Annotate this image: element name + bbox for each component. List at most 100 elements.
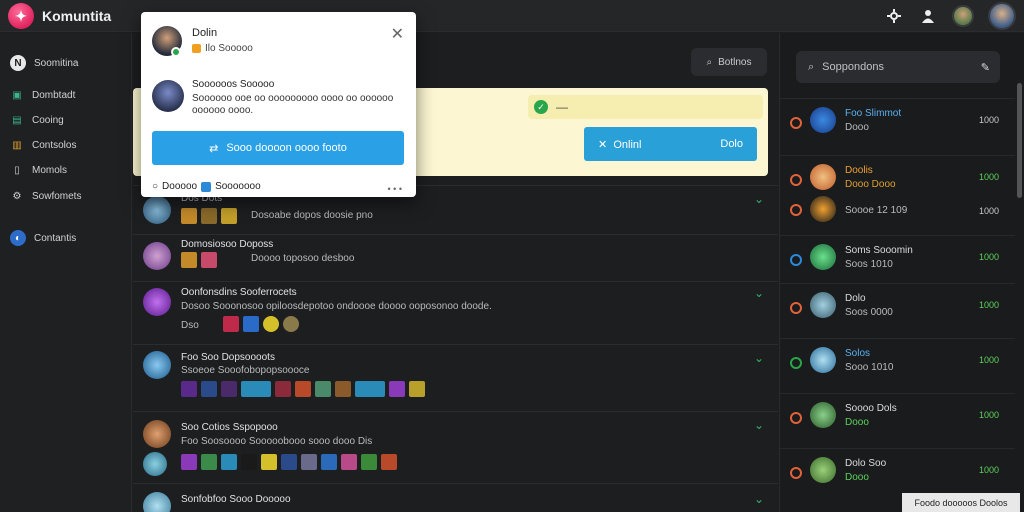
close-icon[interactable]: ✕ xyxy=(391,24,404,44)
friend-item[interactable]: Solos Sooo 1010 1000 xyxy=(780,338,1015,394)
friend-avatar xyxy=(810,292,836,318)
thumb xyxy=(389,381,405,397)
nav-item-games[interactable]: ▣ Dombtadt xyxy=(10,88,75,102)
friend-item[interactable]: Dolo Soos 0000 1000 xyxy=(780,283,1015,339)
friend-avatar xyxy=(810,457,836,483)
thumb xyxy=(321,454,337,470)
thumb xyxy=(201,252,217,268)
friend-value: 1000 xyxy=(978,465,999,475)
friend-value: 1000 xyxy=(978,252,999,262)
edit-icon[interactable]: ✎ xyxy=(981,61,990,74)
post-avatar xyxy=(143,242,171,270)
post-thumbs xyxy=(223,316,299,332)
popup-action-button[interactable]: ⇄ Sooo doooon oooo footo xyxy=(152,131,404,165)
status-ring-icon xyxy=(790,357,802,369)
post-thumbs xyxy=(181,381,425,397)
nav-item-settings[interactable]: ⚙ Sowfomets xyxy=(10,189,82,203)
status-ring-icon xyxy=(790,254,802,266)
chevron-down-icon[interactable]: ⌄ xyxy=(754,492,764,506)
nav-item-cooing[interactable]: ▤ Cooing xyxy=(10,113,63,127)
friend-value: 1000 xyxy=(978,355,999,365)
thumb xyxy=(409,381,425,397)
thumb xyxy=(381,454,397,470)
friend-sub: Dooo xyxy=(845,122,869,133)
post-item[interactable]: Soo Cotios Sspopooo Foo Soosoooo Sooooob… xyxy=(133,411,778,481)
online-button[interactable]: ✕ Onlinl Dolo xyxy=(584,127,757,161)
toast-notification[interactable]: Foodo dooooos Doolos xyxy=(902,493,1020,512)
check-icon: ✓ xyxy=(534,100,548,114)
status-ring-icon xyxy=(790,174,802,186)
friend-name: Dolo Soo xyxy=(845,458,887,469)
person-icon[interactable] xyxy=(918,6,938,26)
post-meta: Ssoeoe Sooofobopopsoooce xyxy=(181,365,310,376)
friend-avatar xyxy=(810,244,836,270)
thumb xyxy=(201,208,217,224)
post-item[interactable]: Oonfonsdins Sooferrocets Dosoo Sooonosoo… xyxy=(133,281,778,343)
user-avatar[interactable] xyxy=(988,2,1016,30)
friend-name: Doolis xyxy=(845,165,873,176)
chevron-down-icon[interactable]: ⌄ xyxy=(754,351,764,365)
top-actions xyxy=(884,2,1016,30)
popup-foot-right[interactable]: Sooooooo xyxy=(215,181,261,192)
friend-avatar xyxy=(810,107,836,133)
post-name: Sonfobfoo Sooo Dooooo xyxy=(181,494,291,505)
friend-sub: Soooe 12 109 xyxy=(845,205,908,216)
thumb xyxy=(281,454,297,470)
scrollbar[interactable] xyxy=(1017,83,1022,198)
nav-item-models[interactable]: ▯ Momols xyxy=(10,163,67,177)
brand[interactable]: ✦ Komuntita xyxy=(8,3,111,29)
popup-user-sub-row: Ilo Sooooo xyxy=(192,43,253,54)
friend-item[interactable]: Soooo Dols Dooo 1000 xyxy=(780,393,1015,449)
post-item[interactable]: Sonfobfoo Sooo Dooooo ⌄ xyxy=(133,483,778,512)
thumb xyxy=(241,454,257,470)
thumb xyxy=(221,454,237,470)
book-icon: ▥ xyxy=(12,139,22,151)
post-item[interactable]: Foo Soo Dopsoooots Ssoeoe Sooofobopopsoo… xyxy=(133,344,778,410)
friend-item[interactable]: Doolis Dooo Dooo 1000 Soooe 12 109 1000 xyxy=(780,155,1015,235)
post-thumbs xyxy=(181,454,397,470)
friend-avatar[interactable] xyxy=(952,5,974,27)
online-label: Onlinl xyxy=(613,138,642,151)
post-name: Soo Cotios Sspopooo xyxy=(181,422,278,433)
thumb xyxy=(243,316,259,332)
online-label-group: ✕ Onlinl xyxy=(598,138,641,151)
post-meta: Doooo toposoo desboo xyxy=(251,253,355,264)
thumb xyxy=(221,381,237,397)
chevron-down-icon[interactable]: ⌄ xyxy=(754,286,764,300)
friend-name: Foo Slimmot xyxy=(845,108,902,119)
friend-name: Solos xyxy=(845,348,871,359)
thumb xyxy=(261,454,277,470)
more-icon[interactable]: • • • xyxy=(388,184,402,194)
post-name: Domosiosoo Doposs xyxy=(181,239,274,250)
thumb xyxy=(341,454,357,470)
right-search-input[interactable]: ⌕ Soppondons ✎ xyxy=(796,51,1000,83)
thumb xyxy=(181,252,197,268)
gear-icon[interactable] xyxy=(884,6,904,26)
thumb xyxy=(223,316,239,332)
friend-name: Soms Sooomin xyxy=(845,245,913,256)
square-icon xyxy=(201,181,212,192)
post-name: Foo Soo Dopsoooots xyxy=(181,352,275,363)
friend-name: Soooo Dols xyxy=(845,403,897,414)
thumb xyxy=(221,208,237,224)
post-item[interactable]: Domosiosoo Doposs Doooo toposoo desboo xyxy=(133,234,778,280)
friend-value: 1000 xyxy=(978,115,999,125)
chevron-down-icon[interactable]: ⌄ xyxy=(754,418,764,432)
popup-foot-left[interactable]: Dooooo xyxy=(162,181,197,192)
nav-item-consoles[interactable]: ▥ Contsolos xyxy=(10,138,76,152)
right-search-placeholder: Soppondons xyxy=(822,61,884,73)
feed-search-button[interactable]: ⌕ Botlnos xyxy=(691,48,767,76)
friend-item[interactable]: Foo Slimmot Dooo 1000 xyxy=(780,98,1015,154)
chevron-down-icon[interactable]: ⌄ xyxy=(754,192,764,206)
search-icon: ⌕ xyxy=(706,56,713,68)
post-thumbs xyxy=(181,252,217,268)
friend-value: 1000 xyxy=(978,172,999,182)
nav-item-home[interactable]: N Soomitina xyxy=(10,55,78,71)
friend-sub: Sooo 1010 xyxy=(845,362,894,373)
popup-action-label: Sooo doooon oooo footo xyxy=(226,142,347,154)
friend-name: Dolo xyxy=(845,293,866,304)
controller-icon: ▣ xyxy=(12,89,22,101)
badge-icon xyxy=(192,44,201,53)
status-ring-icon xyxy=(790,412,802,424)
nav-item-contents[interactable]: ◐ Contantis xyxy=(10,230,76,246)
